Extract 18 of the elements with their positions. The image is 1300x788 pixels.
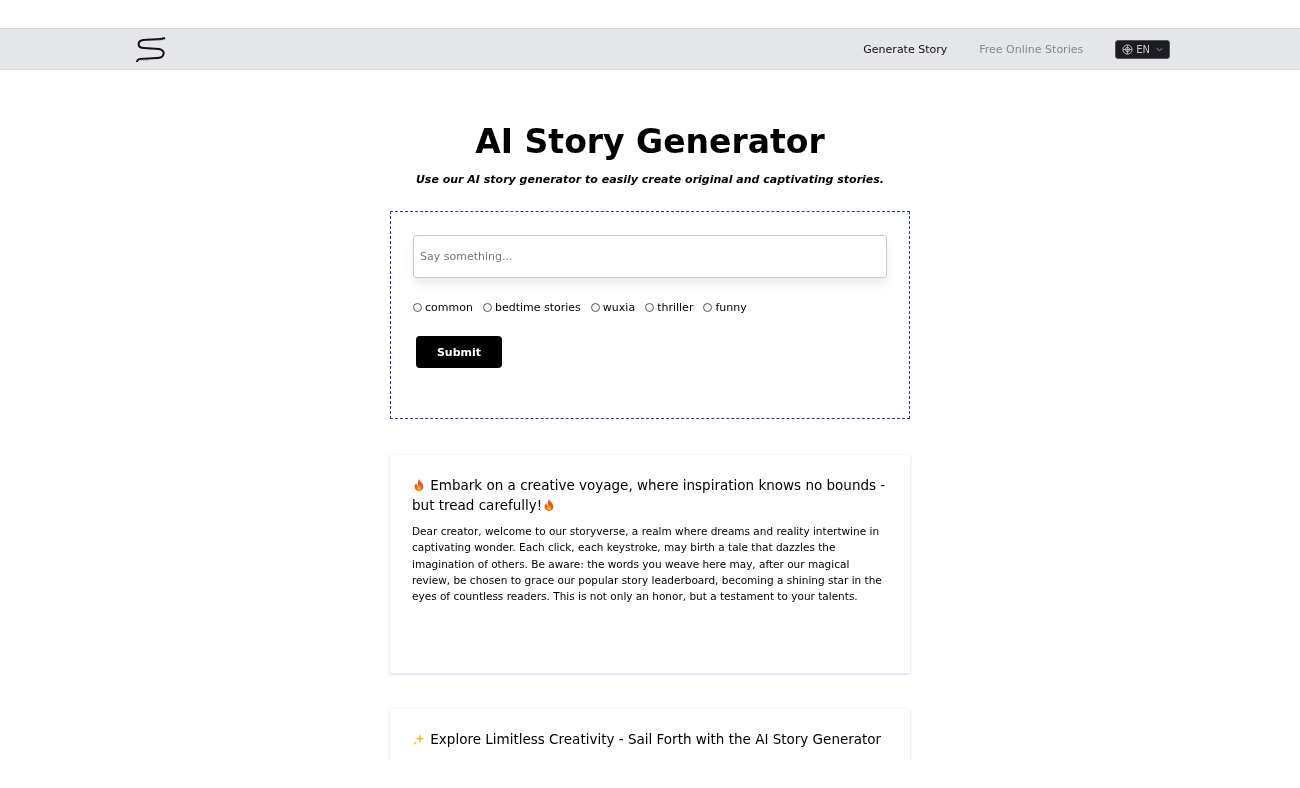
flame-icon: [412, 478, 426, 492]
submit-button[interactable]: Submit: [416, 336, 502, 368]
sparkles-icon: [412, 732, 426, 746]
genre-radio[interactable]: thriller: [645, 301, 694, 314]
card-text: Dear creator, welcome to our storyverse, a realm where dreams and reality intertwine in captivating wonder. Each click, each keystroke, may birth a tale that dazzles the imagination of others. Be aware: the words you weave here may, after our magical review, be chosen to grace our popular story leaderboard, becoming a shining star in the eyes of countless readers. This is not only an honor, but a testament to your talents.: [412, 524, 883, 605]
language-button[interactable]: EN: [1115, 39, 1170, 59]
globe-icon: [1122, 43, 1134, 55]
card-title: Embark on a creative voyage, where inspiration knows no bounds - but tread carefully!: [412, 476, 887, 515]
page-subtitle: Use our AI story generator to easily create original and captivating stories.: [414, 173, 886, 186]
prompt-input-field[interactable]: Say something...: [413, 235, 887, 278]
genre-radio[interactable]: wuxia: [590, 301, 636, 314]
page-title: AI Story Generator: [474, 122, 826, 161]
nav-link[interactable]: Generate Story: [863, 42, 948, 56]
card-title: Explore Limitless Creativity - Sail Forth with the AI Story Generator: [412, 729, 888, 749]
genre-radio[interactable]: funny: [703, 301, 747, 314]
chevron-down-icon: [1156, 46, 1163, 52]
genre-radio[interactable]: common: [413, 301, 473, 314]
genre-radio[interactable]: bedtime stories: [482, 301, 581, 314]
